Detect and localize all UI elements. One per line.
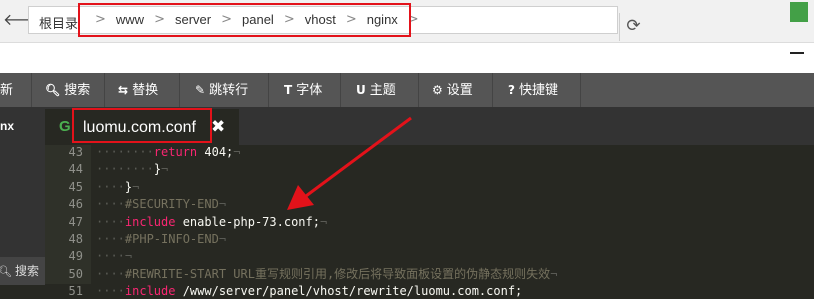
code-token: #SECURITY-END [124, 197, 219, 212]
menu-item-label: 新 [0, 82, 14, 97]
code-token: ···· [96, 249, 125, 264]
code-token: return [153, 145, 198, 159]
line-number: 43 [68, 145, 83, 159]
menu-item-label: 跳转行 [209, 82, 249, 97]
code-token: } [153, 162, 162, 177]
code-token: #PHP-INFO-END [124, 232, 219, 246]
annotation-highlight-path [78, 3, 411, 37]
refresh-icon[interactable]: ⟳ [619, 13, 647, 41]
line-number: 49 [68, 249, 83, 264]
menu-divider [31, 73, 32, 107]
annotation-highlight-tab [72, 108, 212, 143]
menu-item-search[interactable]: 🔍︎ 搜索 [45, 73, 90, 107]
sidebar-search-button[interactable]: 🔍︎ 搜索 [0, 257, 45, 285]
menu-item-theme[interactable]: U 主题 [356, 73, 396, 107]
code-token: ···· [96, 232, 125, 246]
line-number: 48 [68, 232, 83, 246]
code-line: ····¬ [96, 248, 132, 264]
code-line: ····include enable-php-73.conf;¬ [96, 214, 327, 230]
code-line: ····#SECURITY-END¬ [96, 196, 226, 212]
code-editor[interactable]: ········return 404;¬ ········}¬ ····}¬ ····… [96, 144, 814, 298]
editor-menu-bar: 新 🔍︎ 搜索 ⇆ 替换 ✎ 跳转行 T 字体 U 主题 ⚙ 设置 ? 快捷键 [0, 73, 814, 107]
close-icon[interactable]: ✖ [211, 117, 225, 137]
line-number: 44 [68, 162, 83, 177]
code-line: ····#REWRITE-START URL重写规则引用,修改后将导致面板设置的… [96, 266, 557, 282]
minimize-icon[interactable] [790, 52, 804, 54]
menu-item-label: 快捷键 [518, 82, 558, 97]
menu-item-label: 搜索 [64, 82, 91, 97]
search-icon: 🔍︎ [0, 265, 12, 278]
menu-item-label: 替换 [132, 82, 159, 97]
code-token: ¬ [218, 197, 227, 212]
file-icon: G [59, 118, 71, 135]
line-number: 50 [68, 266, 83, 281]
code-line: ····include /www/server/panel/vhost/rewr… [96, 283, 522, 299]
help-icon: ? [508, 83, 515, 97]
line-number: 46 [68, 197, 83, 212]
code-token: ···· [96, 266, 125, 281]
menu-item-label: 主题 [369, 82, 396, 97]
code-token: ¬ [161, 162, 169, 177]
code-token: include [124, 214, 176, 229]
code-token: ···· [96, 162, 125, 177]
menu-item-label: 设置 [446, 82, 473, 97]
code-token: ···· [124, 162, 154, 177]
code-token: ········ [96, 145, 154, 159]
menu-item-font[interactable]: T 字体 [284, 73, 322, 107]
file-tree-sidebar: nx 🔍︎ 搜索 [0, 107, 45, 285]
pin-icon: ✎ [195, 83, 206, 97]
replace-icon: ⇆ [118, 83, 129, 97]
search-icon: 🔍︎ [45, 83, 61, 97]
code-token: ¬ [218, 232, 227, 246]
window-control-button[interactable] [790, 2, 808, 22]
sidebar-search-label: 搜索 [14, 264, 39, 278]
menu-divider [580, 73, 581, 107]
code-token: 404; [197, 145, 234, 159]
menu-divider [179, 73, 180, 107]
gear-icon: ⚙ [432, 83, 443, 97]
menu-divider [492, 73, 493, 107]
code-line: ········}¬ [96, 161, 168, 177]
code-line: ········return 404;¬ [96, 144, 241, 160]
code-token: #REWRITE-START URL重写规则引用,修改后将导致面板设置的伪静态规… [124, 266, 551, 281]
code-token: ¬ [124, 249, 133, 264]
menu-item-shortcuts[interactable]: ? 快捷键 [508, 73, 558, 107]
menu-divider [268, 73, 269, 107]
code-token: ¬ [319, 214, 328, 229]
dialog-title-bar [0, 43, 814, 73]
menu-item-replace[interactable]: ⇆ 替换 [118, 73, 158, 107]
code-line: ····}¬ [96, 179, 139, 195]
menu-divider [340, 73, 341, 107]
code-token: ¬ [233, 145, 241, 159]
code-token: /www/server/panel/vhost/rewrite/luomu.co… [175, 284, 523, 299]
code-token: ···· [96, 214, 125, 229]
code-line: ····#PHP-INFO-END¬ [96, 231, 226, 247]
menu-divider [418, 73, 419, 107]
menu-item-label: 字体 [296, 82, 323, 97]
menu-item-new[interactable]: 新 [0, 73, 13, 107]
root-directory-label[interactable]: 根目录 [39, 13, 78, 32]
line-number: 47 [68, 214, 83, 229]
menu-item-settings[interactable]: ⚙ 设置 [432, 73, 473, 107]
back-arrow-icon[interactable]: 🡐 [3, 10, 46, 32]
line-number: 51 [68, 284, 83, 299]
code-token: ···· [96, 179, 125, 194]
code-token: enable-php-73.conf; [175, 214, 320, 229]
code-token: ···· [96, 197, 125, 212]
magnet-icon: U [356, 83, 366, 97]
code-token: ¬ [550, 266, 558, 281]
font-icon: T [284, 83, 293, 97]
code-token: include [124, 284, 176, 299]
code-token: ···· [96, 284, 125, 299]
sidebar-folder-label[interactable]: nx [0, 119, 14, 133]
menu-divider [104, 73, 105, 107]
menu-item-goto-line[interactable]: ✎ 跳转行 [195, 73, 248, 107]
line-number-gutter: 43 44 45 46 47 48 49 50 51 [45, 145, 91, 298]
code-token: ¬ [132, 179, 140, 194]
line-number: 45 [68, 179, 83, 194]
